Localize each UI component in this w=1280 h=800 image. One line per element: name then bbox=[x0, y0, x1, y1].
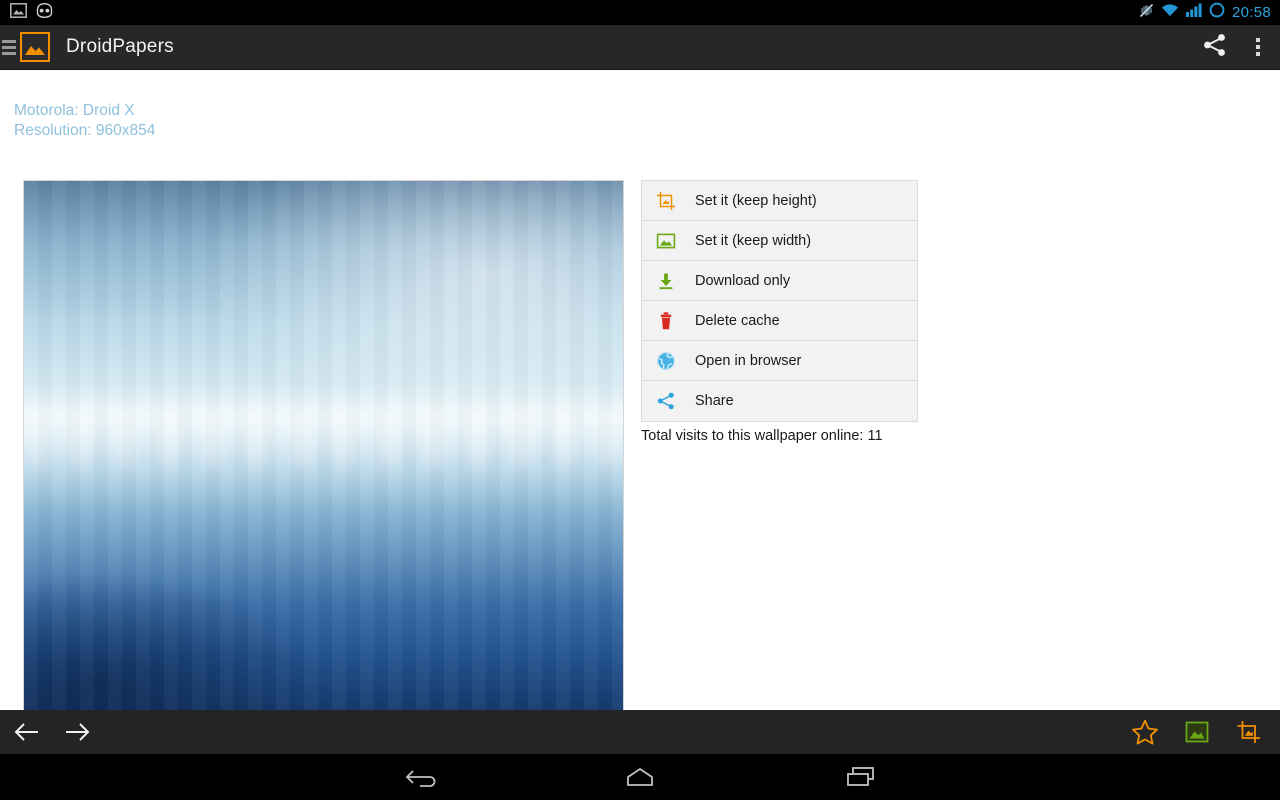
set-it-keep-width-icon[interactable] bbox=[1180, 716, 1214, 748]
app-image-icon[interactable] bbox=[20, 32, 50, 62]
drawer-indicator[interactable] bbox=[0, 39, 16, 55]
action-label: Delete cache bbox=[695, 312, 780, 329]
overflow-dot bbox=[1256, 52, 1260, 56]
action-share[interactable]: Share bbox=[642, 381, 917, 421]
favorite-star-icon[interactable] bbox=[1128, 716, 1162, 748]
action-set-it-keep-height[interactable]: Set it (keep height) bbox=[642, 181, 917, 221]
image-icon bbox=[655, 230, 677, 252]
drawer-line bbox=[2, 39, 16, 43]
overflow-dot bbox=[1256, 38, 1260, 42]
overflow-menu-icon[interactable] bbox=[1250, 36, 1266, 58]
bottom-action-buttons bbox=[1128, 716, 1280, 748]
recent-apps-icon[interactable] bbox=[830, 757, 890, 797]
action-label: Set it (keep height) bbox=[695, 192, 817, 209]
resolution-label: Resolution: 960x854 bbox=[14, 122, 156, 139]
wallpaper-action-list: Set it (keep height) Set it (keep width) bbox=[641, 180, 918, 422]
drawer-line bbox=[2, 51, 16, 55]
next-wallpaper-icon[interactable] bbox=[60, 716, 94, 748]
status-bar: 20:58 bbox=[0, 0, 1280, 25]
device-name: Motorola: Droid X bbox=[14, 102, 135, 119]
action-bar-buttons bbox=[1202, 32, 1280, 63]
status-clock: 20:58 bbox=[1231, 4, 1271, 21]
action-download-only[interactable]: Download only bbox=[642, 261, 917, 301]
action-open-in-browser[interactable]: Open in browser bbox=[642, 341, 917, 381]
status-notifications bbox=[0, 2, 54, 23]
main-content: Motorola: Droid X Resolution: 960x854 Se… bbox=[0, 70, 1280, 710]
overflow-dot bbox=[1256, 45, 1260, 49]
share-icon bbox=[655, 390, 677, 412]
set-it-keep-height-icon[interactable] bbox=[1232, 716, 1266, 748]
action-delete-cache[interactable]: Delete cache bbox=[642, 301, 917, 341]
bottom-nav-buttons bbox=[0, 716, 94, 748]
android-tablet-screen: 20:58 DroidPapers Motorola: Droid X Reso… bbox=[0, 0, 1280, 800]
wallpaper-light-band bbox=[24, 406, 623, 466]
action-label: Share bbox=[695, 393, 734, 409]
previous-wallpaper-icon[interactable] bbox=[10, 716, 44, 748]
wifi-icon bbox=[1161, 3, 1179, 22]
bottom-toolbar bbox=[0, 710, 1280, 754]
app-action-bar: DroidPapers bbox=[0, 25, 1280, 70]
cyanogenmod-notification-icon bbox=[35, 2, 54, 23]
action-label: Download only bbox=[695, 272, 791, 289]
download-icon bbox=[655, 270, 677, 292]
action-label: Set it (keep width) bbox=[695, 232, 812, 249]
battery-icon bbox=[1209, 2, 1225, 23]
wallpaper-preview[interactable] bbox=[23, 180, 624, 710]
action-label: Open in browser bbox=[695, 352, 802, 369]
action-set-it-keep-width[interactable]: Set it (keep width) bbox=[642, 221, 917, 261]
wallpaper-metadata: Motorola: Droid X Resolution: 960x854 bbox=[14, 101, 155, 141]
vibrate-off-icon bbox=[1139, 3, 1154, 23]
drawer-line bbox=[2, 45, 16, 49]
home-icon[interactable] bbox=[610, 757, 670, 797]
trash-icon bbox=[655, 310, 677, 332]
visits-counter: Total visits to this wallpaper online: 1… bbox=[641, 428, 883, 444]
crop-icon bbox=[655, 190, 677, 212]
globe-icon bbox=[655, 350, 677, 372]
cellular-signal-icon bbox=[1185, 3, 1202, 22]
android-navigation-bar bbox=[0, 754, 1280, 800]
screenshot-notification-icon bbox=[10, 2, 27, 23]
back-icon[interactable] bbox=[390, 757, 450, 797]
status-system-icons: 20:58 bbox=[1139, 2, 1280, 23]
page-title: DroidPapers bbox=[66, 36, 174, 57]
share-icon[interactable] bbox=[1202, 32, 1228, 63]
